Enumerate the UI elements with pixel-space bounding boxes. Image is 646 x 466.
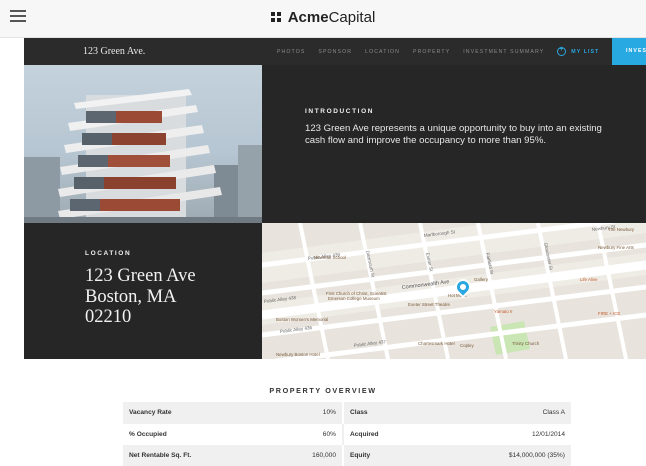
top-bar: AcmeCapital <box>0 0 646 38</box>
brand-name-bold: Acme <box>287 9 329 26</box>
table-row: % Occupied 60% Acquired 12/01/2014 <box>123 423 571 445</box>
overview-value: Class A <box>453 402 571 424</box>
map-canvas: Public Alley 439 Newbury St Marlborough … <box>262 223 646 359</box>
app-window: AcmeCapital 123 Green Ave. PHOTOS SPONSO… <box>0 0 646 466</box>
overview-value: 10% <box>243 402 344 424</box>
my-list-button[interactable]: MY LIST <box>557 46 600 56</box>
nav-link-property[interactable]: PROPERTY <box>413 49 450 55</box>
building-photo <box>24 65 262 223</box>
overview-key: Equity <box>343 445 453 466</box>
map-label-place: Exeter Street Theatre <box>408 302 450 307</box>
nav-link-investment-summary[interactable]: INVESTMENT SUMMARY <box>463 49 544 55</box>
table-row: Vacancy Rate 10% Class Class A <box>123 402 571 424</box>
introduction-text: 123 Green Ave represents a unique opport… <box>305 123 602 146</box>
add-circle-icon <box>557 46 567 56</box>
map-label-place: Newbury Boston Hotel <box>276 352 320 357</box>
location-panel: LOCATION 123 Green Ave Boston, MA 02210 <box>24 223 262 359</box>
nav-link-photos[interactable]: PHOTOS <box>277 49 305 55</box>
table-row: Net Rentable Sq. Ft. 160,000 Equity $14,… <box>123 445 571 466</box>
map-label-place: FIRE + ICE <box>598 311 620 316</box>
address-zip: 02210 <box>85 307 132 327</box>
property-overview-table: Vacancy Rate 10% Class Class A % Occupie… <box>123 402 571 466</box>
invest-button[interactable]: INVEST <box>612 38 646 65</box>
address-street: 123 Green Ave <box>85 266 196 286</box>
my-list-label: MY LIST <box>571 48 600 55</box>
nav-links: PHOTOS SPONSOR LOCATION PROPERTY INVESTM… <box>277 38 599 65</box>
location-heading: LOCATION <box>85 250 132 257</box>
map-label-place: Emerson College Museum <box>328 296 380 301</box>
map-label-place: Boston Women's Memorial <box>276 317 328 322</box>
logo-icon <box>270 12 282 23</box>
overview-value: 160,000 <box>243 445 344 466</box>
map-label-place: Newbury Fine Arts <box>598 245 635 250</box>
brand-logo[interactable]: AcmeCapital <box>0 9 646 26</box>
map-label-place: Life Alive <box>580 277 598 282</box>
building-illustration <box>24 89 262 223</box>
overview-key: Class <box>343 402 453 424</box>
map-label-place: Chartesmark Hotel <box>418 341 455 346</box>
overview-key: % Occupied <box>129 430 167 438</box>
location-map[interactable]: Public Alley 439 Newbury St Marlborough … <box>262 223 646 359</box>
map-label-place: Copley <box>460 343 474 348</box>
nav-link-location[interactable]: LOCATION <box>365 49 400 55</box>
map-label-place: The Newbury <box>608 227 635 232</box>
map-label-place: Trinity Church <box>512 341 540 346</box>
overview-key: Vacancy Rate <box>123 402 243 424</box>
location-address: 123 Green Ave Boston, MA 02210 <box>85 266 255 328</box>
overview-value: $14,000,000 (35%) <box>453 445 571 466</box>
map-label-place: Newman School <box>314 255 346 260</box>
nav-property-title: 123 Green Ave. <box>83 46 146 57</box>
overview-value: 60% <box>243 423 344 445</box>
introduction-panel: INTRODUCTION 123 Green Ave represents a … <box>262 65 646 223</box>
introduction-heading: INTRODUCTION <box>305 108 375 115</box>
brand-name-regular: Capital <box>328 9 376 26</box>
property-nav-bar: 123 Green Ave. PHOTOS SPONSOR LOCATION P… <box>24 38 646 65</box>
overview-value: 12/01/2014 <box>531 430 565 438</box>
nav-link-sponsor[interactable]: SPONSOR <box>318 49 352 55</box>
property-overview-title: PROPERTY OVERVIEW <box>269 386 377 395</box>
map-label-place: Gallery <box>474 277 489 282</box>
map-label-place: Yamato II <box>494 309 512 314</box>
overview-key: Acquired <box>350 430 379 438</box>
overview-key: Net Rentable Sq. Ft. <box>123 445 243 466</box>
address-city: Boston, MA <box>85 286 177 307</box>
